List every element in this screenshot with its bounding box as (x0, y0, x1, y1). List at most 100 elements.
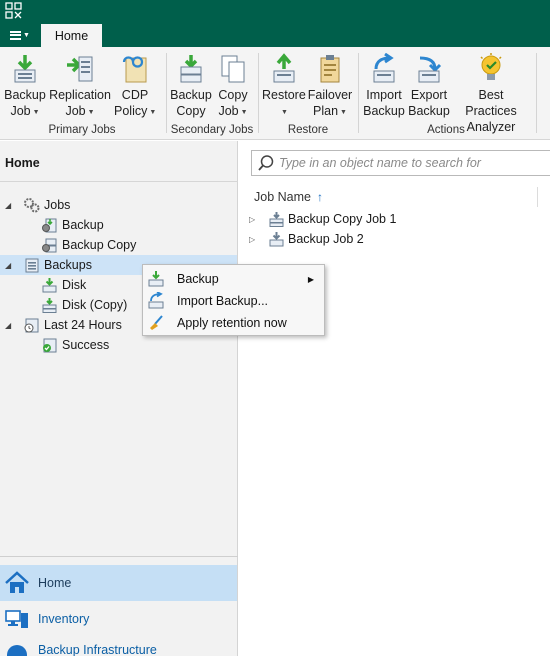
main-menu-button[interactable]: ▼ (4, 25, 32, 45)
best-practices-label-1: Best Practices (465, 88, 517, 118)
nav-home-label: Home (38, 576, 72, 590)
import-backup-button[interactable]: Import Backup (363, 53, 405, 119)
export-backup-icon (418, 56, 442, 83)
context-menu-item-import-backup[interactable]: Import Backup... (143, 290, 324, 312)
tree-item-label: Disk (62, 278, 87, 292)
backup-job-icon (14, 55, 36, 83)
cdp-policy-button[interactable]: CDP Policy ▼ (114, 53, 156, 121)
copy-job-icon (221, 55, 245, 83)
tree-item-backup[interactable]: Backup (41, 215, 104, 235)
dropdown-arrow-icon: ▼ (149, 109, 157, 116)
title-bar (0, 0, 550, 22)
import-backup-label-2: Backup (363, 104, 405, 118)
context-menu-item-apply-retention[interactable]: Apply retention now (143, 312, 324, 334)
dropdown-arrow-icon: ▼ (340, 109, 347, 116)
divider (0, 556, 238, 557)
sort-ascending-icon: ↑ (316, 190, 323, 204)
export-backup-button[interactable]: Export Backup (408, 53, 450, 119)
cdp-policy-label-1: CDP (121, 88, 149, 102)
group-label-restore: Restore (287, 124, 329, 136)
replication-job-button[interactable]: Replication Job ▼ (49, 53, 111, 121)
copy-job-button[interactable]: Copy Job ▼ (215, 53, 251, 121)
tab-home[interactable]: Home (41, 24, 102, 47)
submenu-arrow-icon: ▶ (307, 274, 314, 284)
home-icon (5, 571, 29, 593)
best-practices-icon (480, 53, 502, 80)
context-menu-item-backup[interactable]: Backup ▶ (143, 268, 324, 290)
disk-icon (42, 277, 57, 292)
nav-inventory-label: Inventory (38, 612, 90, 626)
context-menu-item-label: Backup (177, 272, 219, 286)
ribbon: Backup Job ▼ Replication Job ▼ CDP Policy ▼… (0, 47, 550, 140)
tree-item-label: Disk (Copy) (62, 298, 128, 312)
replication-job-label-2: Job (65, 104, 86, 118)
restore-button[interactable]: Restore ▼ (262, 53, 306, 121)
search-input[interactable] (279, 156, 539, 170)
search-icon (258, 155, 274, 171)
tree-item-label: Backup (62, 218, 104, 232)
backup-copy-gear-icon (42, 238, 57, 252)
backup-job-label-2: Job (10, 104, 31, 118)
backup-copy-label-1: Backup (170, 88, 212, 102)
import-backup-label-1: Import (366, 88, 402, 102)
dropdown-arrow-icon: ▼ (87, 109, 95, 116)
search-box[interactable] (251, 150, 550, 176)
tree-item-success[interactable]: Success (41, 335, 109, 355)
nav-home[interactable]: Home (0, 565, 237, 601)
expand-arrow-icon[interactable]: ▷ (249, 215, 259, 224)
column-header-job-name[interactable]: Job Name ↑ (254, 190, 323, 204)
tree-item-label: Last 24 Hours (44, 318, 122, 332)
tree-item-backup-copy[interactable]: Backup Copy (41, 235, 136, 255)
restore-icon (273, 53, 294, 83)
group-label-actions: Actions (427, 124, 465, 136)
tree-item-jobs[interactable]: ◢ Jobs (5, 195, 70, 215)
jobs-gear-icon (24, 197, 40, 212)
expand-arrow-icon[interactable]: ▷ (249, 235, 259, 244)
column-header-label: Job Name (254, 190, 311, 204)
best-practices-analyzer-button[interactable]: Best Practices Analyzer (453, 53, 529, 135)
cdp-policy-icon (122, 56, 147, 83)
nav-inventory[interactable]: Inventory (0, 601, 237, 637)
collapse-arrow-icon[interactable]: ◢ (5, 201, 15, 210)
inventory-icon (5, 610, 28, 628)
ribbon-separator (166, 53, 167, 133)
export-backup-label-1: Export (410, 88, 448, 102)
group-label-secondary-jobs: Secondary Jobs (170, 124, 254, 136)
tree-item-disk[interactable]: Disk (41, 275, 86, 295)
failover-plan-label-2: Plan (313, 104, 339, 118)
column-separator[interactable] (537, 187, 538, 207)
tree-item-backups[interactable]: ◢ Backups (5, 255, 92, 275)
nav-backup-infrastructure-label: Backup Infrastructure (38, 643, 157, 656)
tree-item-last-24-hours[interactable]: ◢ Last 24 Hours (5, 315, 122, 335)
tree-item-disk-copy[interactable]: Disk (Copy) (41, 295, 127, 315)
collapse-arrow-icon[interactable]: ◢ (5, 261, 15, 270)
copy-job-label-2: Job (218, 104, 239, 118)
content-pane: Job Name ↑ ▷ Backup Copy Job 1 ▷ Backup … (239, 141, 550, 656)
tree-item-label: Success (62, 338, 110, 352)
copy-job-label-1: Copy (218, 88, 248, 102)
backup-copy-icon (180, 55, 202, 83)
tree-item-label: Jobs (44, 198, 71, 212)
export-backup-label-2: Backup (408, 104, 450, 118)
nav-backup-infrastructure[interactable]: Backup Infrastructure (0, 637, 237, 656)
job-row[interactable]: ▷ Backup Copy Job 1 (249, 209, 396, 229)
backups-icon (25, 258, 39, 272)
backup-copy-button[interactable]: Backup Copy (170, 53, 212, 119)
ribbon-separator (536, 53, 537, 133)
backup-job-gear-icon (42, 218, 57, 232)
ribbon-separator (358, 53, 359, 133)
backup-menu-icon (148, 271, 164, 287)
job-name: Backup Job 2 (288, 232, 364, 246)
replication-job-label-1: Replication (49, 88, 111, 102)
import-backup-icon (373, 53, 395, 83)
divider (0, 181, 238, 182)
backup-job-button[interactable]: Backup Job ▼ (4, 53, 46, 121)
restore-label-1: Restore (262, 88, 306, 102)
last-24-hours-icon (24, 318, 39, 332)
collapse-arrow-icon[interactable]: ◢ (5, 321, 15, 330)
broom-icon (150, 315, 163, 330)
failover-plan-button[interactable]: Failover Plan ▼ (307, 53, 353, 121)
navigation-pane: Home ◢ Jobs Backup Backup Copy ◢ Backups… (0, 141, 238, 656)
job-row[interactable]: ▷ Backup Job 2 (249, 229, 364, 249)
group-label-primary-jobs: Primary Jobs (48, 124, 116, 136)
